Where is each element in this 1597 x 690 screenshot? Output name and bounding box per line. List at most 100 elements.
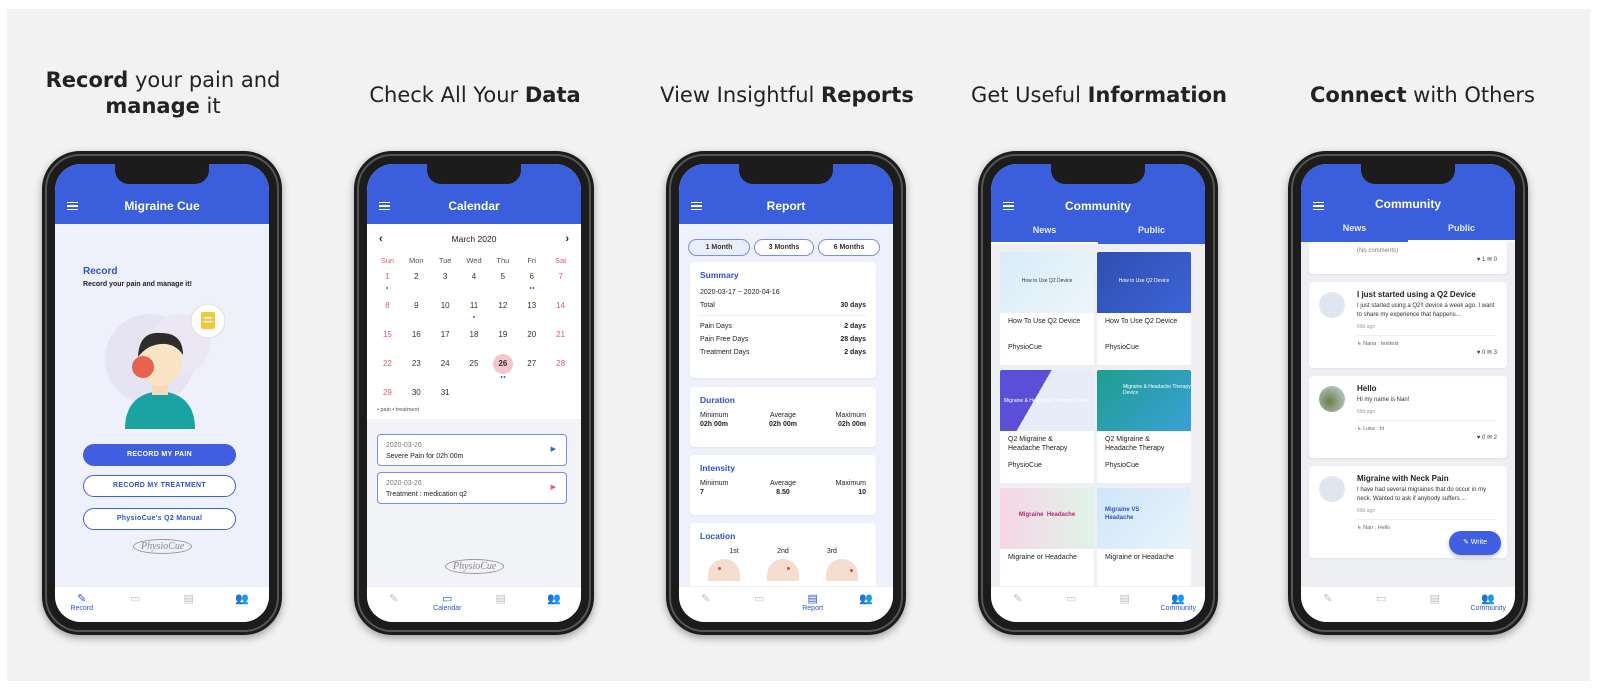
nav-report[interactable]: ▤: [162, 587, 216, 622]
day[interactable]: 4: [460, 270, 489, 299]
next-month-icon[interactable]: ›: [565, 224, 569, 254]
tab-public[interactable]: Public: [1098, 220, 1205, 244]
day[interactable]: 31: [431, 386, 460, 415]
app-title: Community: [1065, 199, 1131, 213]
calendar-week: 22 23 24 25 26 27 28: [367, 354, 581, 386]
people-icon: 👥: [1171, 593, 1186, 605]
day[interactable]: 6: [517, 270, 546, 299]
nav-record[interactable]: ✎ Record: [55, 587, 109, 622]
news-tile[interactable]: How to Use Q2 Device How To Use Q2 Devic…: [1097, 252, 1191, 365]
nav-calendar[interactable]: ▭: [733, 587, 787, 622]
report-icon: ▤: [495, 593, 506, 605]
day[interactable]: 13: [517, 299, 546, 328]
day[interactable]: 28: [546, 357, 575, 386]
community-post[interactable]: (No comments) ♥ 1 ✉ 0: [1309, 242, 1507, 274]
day[interactable]: 9: [402, 299, 431, 328]
post-stats: ♥ 1 ✉ 0: [1476, 257, 1497, 263]
nav-report[interactable]: ▤: [1098, 587, 1152, 622]
write-button[interactable]: ✎ Write: [1449, 531, 1501, 555]
record-pain-button[interactable]: RECORD MY PAIN: [83, 444, 236, 466]
phone-notch: [427, 164, 521, 184]
pencil-icon: ✎: [1323, 593, 1333, 605]
nav-calendar[interactable]: ▭: [109, 587, 163, 622]
day[interactable]: 21: [546, 328, 575, 357]
day[interactable]: 11: [460, 299, 489, 328]
day[interactable]: 10: [431, 299, 460, 328]
day[interactable]: 14: [546, 299, 575, 328]
news-tile[interactable]: Migraine Headache Migraine or Headache: [1000, 488, 1094, 601]
day[interactable]: 19: [488, 328, 517, 357]
day[interactable]: 20: [517, 328, 546, 357]
physiocue-logo: PhysioCue: [133, 539, 193, 554]
nav-record[interactable]: ✎: [1301, 587, 1355, 622]
app-title: Migraine Cue: [124, 199, 200, 213]
calendar-icon: ▭: [754, 593, 765, 605]
bottom-nav: ✎ Record ▭ ▤ 👥: [55, 586, 269, 622]
post-stats: ♥ 0 ✉ 2: [1476, 435, 1497, 441]
calendar-entry[interactable]: 2020-03-26 Severe Pain for 02h 00m ▶: [377, 434, 567, 466]
day[interactable]: 12: [488, 299, 517, 328]
nav-record[interactable]: ✎: [991, 587, 1045, 622]
nav-report[interactable]: ▤: [474, 587, 528, 622]
headline: Connect with Others: [1310, 83, 1535, 107]
headline: View Insightful Reports: [660, 83, 914, 107]
panel-report: View Insightful Reports Report 1 Month 3…: [631, 9, 943, 681]
day[interactable]: 22: [373, 357, 402, 386]
day[interactable]: 23: [402, 357, 431, 386]
nav-report[interactable]: ▤ Report: [786, 587, 840, 622]
nav-community[interactable]: 👥: [216, 587, 270, 622]
day[interactable]: 15: [373, 328, 402, 357]
bottom-nav: ✎ ▭ ▤ 👥 Community: [1301, 586, 1515, 622]
report-icon: ▤: [807, 593, 818, 605]
day[interactable]: 17: [431, 328, 460, 357]
nav-report[interactable]: ▤: [1408, 587, 1462, 622]
calendar-legend: • pain • treatment: [377, 407, 420, 413]
nav-calendar[interactable]: ▭ Calendar: [421, 587, 475, 622]
community-post[interactable]: Hello Hi my name is Nan! 69d ago ↳ Luke …: [1309, 376, 1507, 458]
nav-community[interactable]: 👥: [528, 587, 582, 622]
calendar-icon: ▭: [1066, 593, 1077, 605]
range-3-months[interactable]: 3 Months: [754, 239, 814, 256]
people-icon: 👥: [547, 593, 562, 605]
nav-record[interactable]: ✎: [367, 587, 421, 622]
report-icon: ▤: [1119, 593, 1130, 605]
calendar-entry[interactable]: 2020-03-26 Treatment : medication q2 ▶: [377, 472, 567, 504]
calendar-week: 8 9 10 11 12 13 14: [367, 299, 581, 328]
phone-frame: Migraine Cue Record Record your pain and…: [42, 151, 282, 635]
nav-community[interactable]: 👥: [840, 587, 894, 622]
nav-calendar[interactable]: ▭: [1355, 587, 1409, 622]
prev-month-icon[interactable]: ‹: [379, 224, 383, 254]
news-tile[interactable]: Migraine VS Headache Migraine or Headach…: [1097, 488, 1191, 601]
tab-public[interactable]: Public: [1408, 218, 1515, 242]
manual-button[interactable]: PhysioCue's Q2 Manual: [83, 508, 236, 530]
news-tile[interactable]: Migraine & Headache Therapy Device Q2 Mi…: [1097, 370, 1191, 483]
physiocue-logo: PhysioCue: [445, 559, 505, 574]
phone-frame: Calendar ‹ March 2020 › Sun Mon Tue Wed …: [354, 151, 594, 635]
day[interactable]: 3: [431, 270, 460, 299]
day[interactable]: 1: [373, 270, 402, 299]
day[interactable]: 24: [431, 357, 460, 386]
nav-community[interactable]: 👥 Community: [1152, 587, 1206, 622]
phone-notch: [1051, 164, 1145, 184]
tab-news[interactable]: News: [1301, 218, 1408, 242]
day[interactable]: 7: [546, 270, 575, 299]
news-tile[interactable]: How to Use Q2 Device How To Use Q2 Devic…: [1000, 252, 1094, 365]
day[interactable]: 5: [488, 270, 517, 299]
day[interactable]: 8: [373, 299, 402, 328]
nav-record[interactable]: ✎: [679, 587, 733, 622]
day[interactable]: 18: [460, 328, 489, 357]
day-selected[interactable]: 26: [488, 354, 517, 386]
nav-calendar[interactable]: ▭: [1045, 587, 1099, 622]
range-1-month[interactable]: 1 Month: [688, 239, 750, 256]
tab-news[interactable]: News: [991, 220, 1098, 244]
day[interactable]: 16: [402, 328, 431, 357]
range-6-months[interactable]: 6 Months: [818, 239, 880, 256]
community-post[interactable]: I just started using a Q2 Device I just …: [1309, 282, 1507, 368]
phone-notch: [739, 164, 833, 184]
day[interactable]: 27: [517, 357, 546, 386]
day[interactable]: 2: [402, 270, 431, 299]
news-tile[interactable]: Migraine & Headache Therapy Device Q2 Mi…: [1000, 370, 1094, 483]
record-treatment-button[interactable]: RECORD MY TREATMENT: [83, 475, 236, 497]
day[interactable]: 25: [460, 357, 489, 386]
nav-community[interactable]: 👥 Community: [1462, 587, 1516, 622]
